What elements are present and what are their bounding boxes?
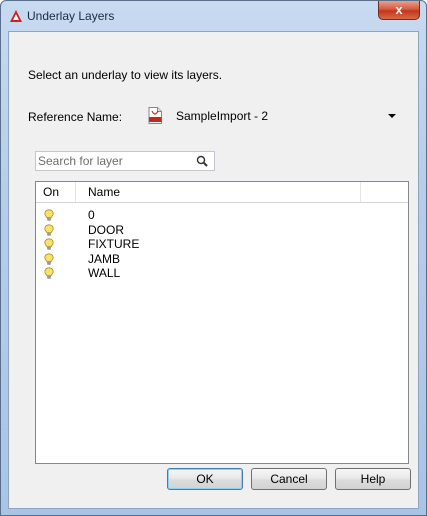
lightbulb-icon[interactable]: [44, 238, 54, 251]
lightbulb-icon[interactable]: [44, 253, 54, 266]
lightbulb-icon[interactable]: [44, 267, 54, 280]
column-header-filler: [361, 182, 408, 202]
layer-row[interactable]: 0: [36, 208, 408, 223]
layer-list[interactable]: On Name 0 DOOR FIXTURE JAMB WALL: [35, 181, 409, 464]
layer-name: 0: [88, 208, 95, 222]
cancel-button[interactable]: Cancel: [251, 468, 327, 490]
search-input[interactable]: [38, 154, 188, 168]
autocad-a-icon: [9, 9, 23, 23]
layer-row[interactable]: FIXTURE: [36, 237, 408, 252]
column-header-on[interactable]: On: [36, 182, 76, 202]
reference-name-label: Reference Name:: [28, 110, 123, 124]
layer-name: FIXTURE: [88, 237, 140, 251]
pdf-file-icon: [148, 107, 162, 124]
layer-row[interactable]: DOOR: [36, 223, 408, 238]
layer-name: WALL: [88, 266, 121, 280]
layer-name: JAMB: [88, 252, 121, 266]
help-button[interactable]: Help: [335, 468, 411, 490]
instruction-text: Select an underlay to view its layers.: [28, 68, 223, 82]
layer-row[interactable]: JAMB: [36, 252, 408, 267]
title-bar[interactable]: Underlay Layers x: [1, 1, 426, 31]
column-header-name[interactable]: Name: [76, 182, 361, 202]
list-header: On Name: [36, 182, 408, 203]
ok-button[interactable]: OK: [167, 468, 243, 490]
chevron-down-icon[interactable]: [388, 114, 396, 118]
search-icon[interactable]: [196, 155, 208, 167]
layer-name: DOOR: [88, 223, 124, 237]
window-title: Underlay Layers: [27, 9, 115, 23]
lightbulb-icon[interactable]: [44, 224, 54, 237]
reference-name-dropdown[interactable]: SampleImport - 2: [138, 101, 402, 129]
close-button[interactable]: x: [378, 1, 420, 20]
lightbulb-icon[interactable]: [44, 209, 54, 222]
reference-name-value: SampleImport - 2: [176, 109, 269, 123]
layer-search-box[interactable]: [35, 151, 215, 171]
layer-row[interactable]: WALL: [36, 266, 408, 281]
